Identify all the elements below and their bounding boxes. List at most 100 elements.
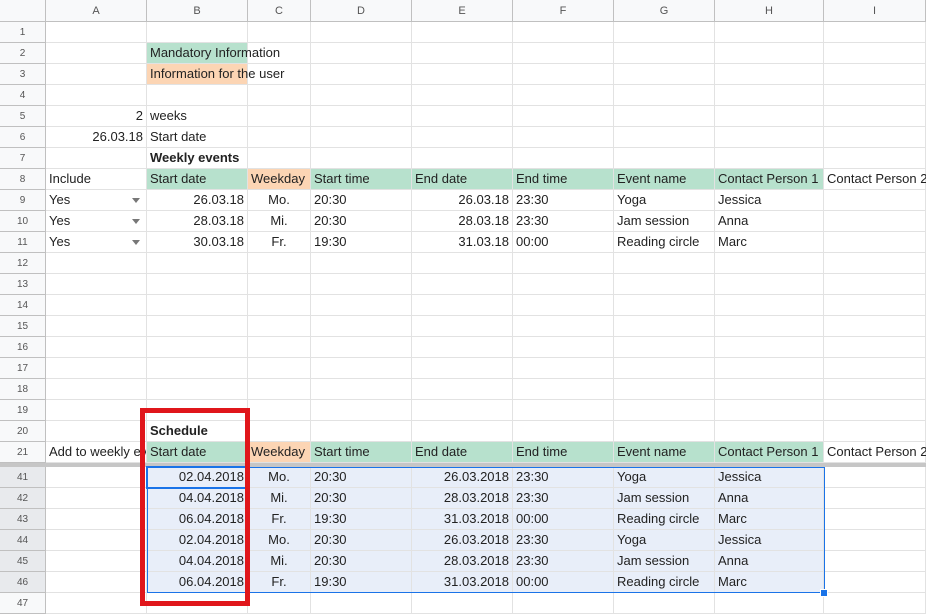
- schedule-weekday[interactable]: Mo.: [248, 467, 311, 488]
- schedule-header-contact-1[interactable]: Contact Person 1: [715, 442, 824, 463]
- schedule-add-cell[interactable]: [46, 509, 147, 530]
- schedule-add-cell[interactable]: [46, 572, 147, 593]
- schedule-end-date[interactable]: 31.03.2018: [412, 572, 513, 593]
- cell-i1[interactable]: [824, 22, 926, 43]
- row-header-46[interactable]: 46: [0, 572, 46, 593]
- row-header-15[interactable]: 15: [0, 316, 46, 337]
- cell-c47[interactable]: [248, 593, 311, 614]
- cell-h47[interactable]: [715, 593, 824, 614]
- schedule-header-event-name[interactable]: Event name: [614, 442, 715, 463]
- weekly-start-time[interactable]: 20:30: [311, 211, 412, 232]
- cell-h6[interactable]: [715, 127, 824, 148]
- schedule-contact-2[interactable]: [824, 488, 926, 509]
- cell-d3[interactable]: [311, 64, 412, 85]
- cell-f5[interactable]: [513, 106, 614, 127]
- schedule-contact-2[interactable]: [824, 530, 926, 551]
- column-header-f[interactable]: F: [513, 0, 614, 22]
- cell-i7[interactable]: [824, 148, 926, 169]
- schedule-event-name[interactable]: Yoga: [614, 530, 715, 551]
- header-end-time[interactable]: End time: [513, 169, 614, 190]
- schedule-title[interactable]: Schedule: [147, 421, 254, 442]
- column-header-c[interactable]: C: [248, 0, 311, 22]
- cell-d7[interactable]: [311, 148, 412, 169]
- weeks-value[interactable]: 2: [46, 106, 147, 127]
- cell-g6[interactable]: [614, 127, 715, 148]
- schedule-contact-1[interactable]: Anna: [715, 488, 824, 509]
- schedule-start-time[interactable]: 20:30: [311, 467, 412, 488]
- cell-c7[interactable]: [248, 148, 311, 169]
- schedule-weekday[interactable]: Mi.: [248, 551, 311, 572]
- row-header-7[interactable]: 7: [0, 148, 46, 169]
- cell-f7[interactable]: [513, 148, 614, 169]
- chevron-down-icon[interactable]: [132, 240, 140, 245]
- row-header-12[interactable]: 12: [0, 253, 46, 274]
- include-dropdown[interactable]: Yes: [46, 232, 147, 253]
- schedule-contact-1[interactable]: Marc: [715, 509, 824, 530]
- cell-g47[interactable]: [614, 593, 715, 614]
- row-header-43[interactable]: 43: [0, 509, 46, 530]
- cell-h4[interactable]: [715, 85, 824, 106]
- cell-e6[interactable]: [412, 127, 513, 148]
- schedule-weekday[interactable]: Fr.: [248, 572, 311, 593]
- row-header-14[interactable]: 14: [0, 295, 46, 316]
- weekly-end-date[interactable]: 28.03.18: [412, 211, 513, 232]
- cell-e47[interactable]: [412, 593, 513, 614]
- cell-f47[interactable]: [513, 593, 614, 614]
- cell-d47[interactable]: [311, 593, 412, 614]
- cell-d6[interactable]: [311, 127, 412, 148]
- schedule-event-name[interactable]: Jam session: [614, 488, 715, 509]
- row-header-9[interactable]: 9: [0, 190, 46, 211]
- header-end-date[interactable]: End date: [412, 169, 513, 190]
- cell-e7[interactable]: [412, 148, 513, 169]
- row-header-41[interactable]: 41: [0, 467, 46, 488]
- schedule-end-time[interactable]: 00:00: [513, 509, 614, 530]
- schedule-end-time[interactable]: 23:30: [513, 551, 614, 572]
- schedule-contact-2[interactable]: [824, 467, 926, 488]
- chevron-down-icon[interactable]: [132, 198, 140, 203]
- header-event-name[interactable]: Event name: [614, 169, 715, 190]
- weekly-start-time[interactable]: 20:30: [311, 190, 412, 211]
- cell-a1[interactable]: [46, 22, 147, 43]
- schedule-end-date[interactable]: 26.03.2018: [412, 530, 513, 551]
- weekly-event-name[interactable]: Jam session: [614, 211, 715, 232]
- weekly-events-title[interactable]: Weekly events: [147, 148, 248, 169]
- weekly-start-date[interactable]: 30.03.18: [147, 232, 248, 253]
- cell-h5[interactable]: [715, 106, 824, 127]
- weekly-event-name[interactable]: Reading circle: [614, 232, 715, 253]
- row-header-18[interactable]: 18: [0, 379, 46, 400]
- row-header-17[interactable]: 17: [0, 358, 46, 379]
- schedule-weekday[interactable]: Fr.: [248, 509, 311, 530]
- column-header-e[interactable]: E: [412, 0, 513, 22]
- column-header-h[interactable]: H: [715, 0, 824, 22]
- cell-f4[interactable]: [513, 85, 614, 106]
- weekly-contact-2[interactable]: [824, 211, 926, 232]
- cell-a2[interactable]: [46, 43, 147, 64]
- schedule-start-time[interactable]: 20:30: [311, 488, 412, 509]
- row-header-2[interactable]: 2: [0, 43, 46, 64]
- schedule-add-cell[interactable]: [46, 530, 147, 551]
- weekly-start-date[interactable]: 28.03.18: [147, 211, 248, 232]
- weekly-end-time[interactable]: 00:00: [513, 232, 614, 253]
- row-header-13[interactable]: 13: [0, 274, 46, 295]
- select-all-corner[interactable]: [0, 0, 46, 22]
- cell-f3[interactable]: [513, 64, 614, 85]
- legend-user-info[interactable]: Information for the user: [147, 64, 284, 85]
- row-header-6[interactable]: 6: [0, 127, 46, 148]
- row-header-19[interactable]: 19: [0, 400, 46, 421]
- cell-a4[interactable]: [46, 85, 147, 106]
- weekly-contact-2[interactable]: [824, 190, 926, 211]
- schedule-end-date[interactable]: 28.03.2018: [412, 488, 513, 509]
- row-header-16[interactable]: 16: [0, 337, 46, 358]
- schedule-end-date[interactable]: 26.03.2018: [412, 467, 513, 488]
- schedule-end-time[interactable]: 23:30: [513, 530, 614, 551]
- weekly-start-date[interactable]: 26.03.18: [147, 190, 248, 211]
- include-dropdown[interactable]: Yes: [46, 211, 147, 232]
- schedule-end-time[interactable]: 00:00: [513, 572, 614, 593]
- weekly-weekday[interactable]: Fr.: [248, 232, 311, 253]
- cell-c5[interactable]: [248, 106, 311, 127]
- schedule-end-time[interactable]: 23:30: [513, 467, 614, 488]
- schedule-start-date[interactable]: 04.04.2018: [147, 488, 248, 509]
- cell-a7[interactable]: [46, 148, 147, 169]
- cell-h2[interactable]: [715, 43, 824, 64]
- header-contact-person-2[interactable]: Contact Person 2: [824, 169, 926, 190]
